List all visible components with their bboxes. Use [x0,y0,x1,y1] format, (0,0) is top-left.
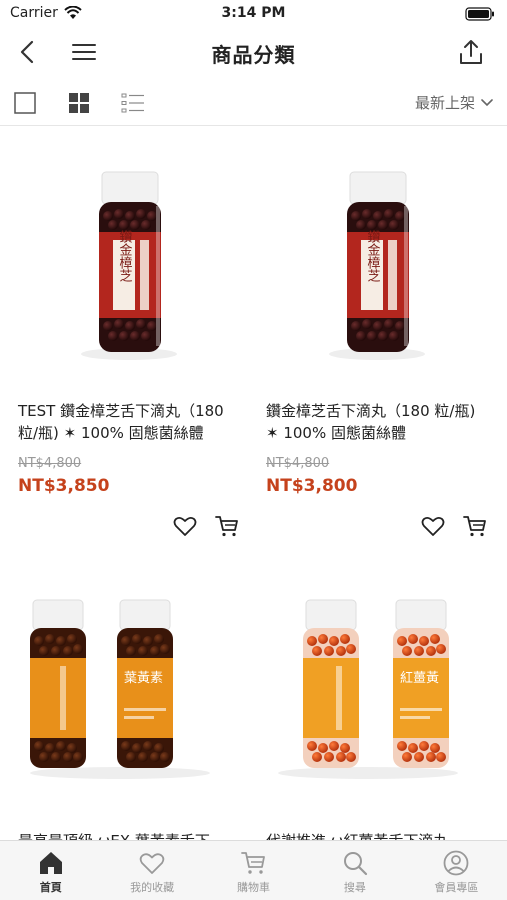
share-icon[interactable] [457,38,485,66]
product-image[interactable]: 葉黃素 [0,558,240,808]
product-original-price: NT$4,800 [18,456,82,471]
user-icon [443,850,469,876]
tab-label: 購物車 [237,881,271,894]
tab-cart[interactable]: 購物車 [203,841,304,900]
cart-icon[interactable] [462,513,488,539]
list-view-icon[interactable] [121,92,145,114]
product-name[interactable]: 鑽金樟芝舌下滴丸（180 粒/瓶) ✶ 100% 固態菌絲體 [266,400,488,444]
heart-icon[interactable] [172,513,198,539]
tab-label: 首頁 [39,881,62,894]
product-name[interactable]: 最高最頂級 ωEX 葉黃素舌下 [18,830,240,840]
sort-label: 最新上架 [414,94,475,112]
sort-dropdown[interactable]: 最新上架 [415,92,493,113]
tab-label: 搜尋 [343,881,366,894]
battery-icon [465,7,494,21]
tab-bar: 首頁 我的收藏 購物車 搜尋 會員專區 [0,840,507,900]
page-title: 商品分類 [211,43,296,67]
tab-home[interactable]: 首頁 [0,841,101,900]
cart-icon[interactable] [214,513,240,539]
product-name[interactable]: 代謝推進 ω紅薑黃舌下滴丸 [266,830,488,840]
product-card[interactable]: 鑽金樟芝 鑽金樟芝舌下滴丸（180 粒/瓶) ✶ 100% 固態菌絲體 NT$4… [248,128,488,548]
product-label-text: 鑽金樟芝 [117,229,133,283]
tab-label: 會員專區 [434,881,479,894]
status-time: 3:14 PM [221,5,286,21]
nav-bar: 商品分類 [0,28,507,76]
heart-icon [139,853,165,874]
product-card[interactable]: 紅薑黃 代謝推進 ω紅薑黃舌下滴丸 [248,558,488,840]
product-grid: 鑽金樟芝 TEST 鑽金樟芝舌下滴丸（180 粒/瓶) ✶ 100% 固態菌絲體… [0,128,507,840]
heart-icon[interactable] [420,513,446,539]
status-bar: Carrier 3:14 PM [0,0,507,28]
chevron-down-icon [481,98,493,106]
product-image[interactable]: 紅薑黃 [248,558,488,808]
single-view-icon[interactable] [14,92,36,114]
product-price: NT$3,850 [18,476,110,496]
product-price: NT$3,800 [266,476,358,496]
grid-view-icon[interactable] [68,92,90,114]
product-image[interactable]: 鑽金樟芝 [0,128,240,378]
view-toolbar: 最新上架 [0,78,507,126]
product-card[interactable]: 葉黃素 最高最頂級 ωEX 葉黃素舌下 [0,558,240,840]
cart-icon [240,852,265,874]
product-label-text: 葉黃素 [124,671,163,686]
home-icon [39,852,62,874]
search-icon [343,852,368,876]
product-label-text: 鑽金樟芝 [365,229,381,283]
tab-member[interactable]: 會員專區 [406,841,507,900]
product-card[interactable]: 鑽金樟芝 TEST 鑽金樟芝舌下滴丸（180 粒/瓶) ✶ 100% 固態菌絲體… [0,128,240,548]
product-original-price: NT$4,800 [266,456,330,471]
product-image[interactable]: 鑽金樟芝 [248,128,488,378]
tab-search[interactable]: 搜尋 [304,841,405,900]
tab-label: 我的收藏 [130,881,175,894]
product-label-text: 紅薑黃 [400,671,439,686]
product-name[interactable]: TEST 鑽金樟芝舌下滴丸（180 粒/瓶) ✶ 100% 固態菌絲體 [18,400,240,444]
tab-favorites[interactable]: 我的收藏 [101,841,202,900]
